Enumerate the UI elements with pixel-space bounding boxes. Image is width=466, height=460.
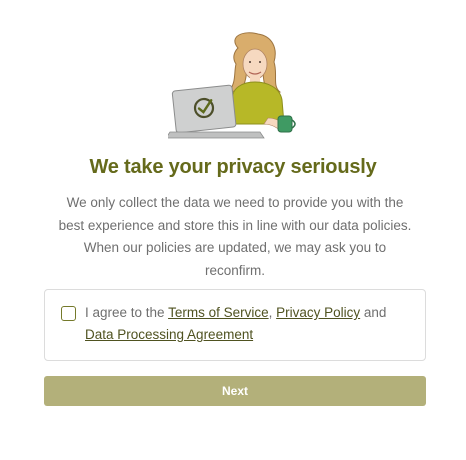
- intro-line: best experience and store this in line w…: [58, 217, 412, 233]
- woman-with-laptop-illustration: [165, 28, 300, 140]
- page-title: We take your privacy seriously: [89, 156, 377, 178]
- consent-and: and: [360, 305, 387, 320]
- privacy-intro-text: We only collect the data we need to prov…: [44, 192, 426, 282]
- consent-prefix: I agree to the: [85, 305, 169, 320]
- privacy-policy-link[interactable]: Privacy Policy: [276, 305, 360, 320]
- agree-checkbox[interactable]: [61, 306, 76, 321]
- intro-line: We only collect the data we need to prov…: [66, 195, 404, 210]
- intro-line: reconfirm.: [204, 262, 265, 278]
- consent-label: I agree to the Terms of Service, Privacy…: [85, 302, 405, 346]
- next-button[interactable]: Next: [44, 376, 426, 406]
- intro-line: When our policies are updated, we may as…: [83, 240, 387, 255]
- consent-comma: ,: [268, 305, 277, 320]
- terms-of-service-link[interactable]: Terms of Service: [168, 305, 269, 320]
- consent-box: I agree to the Terms of Service, Privacy…: [44, 289, 426, 361]
- data-processing-agreement-link[interactable]: Data Processing Agreement: [85, 327, 253, 342]
